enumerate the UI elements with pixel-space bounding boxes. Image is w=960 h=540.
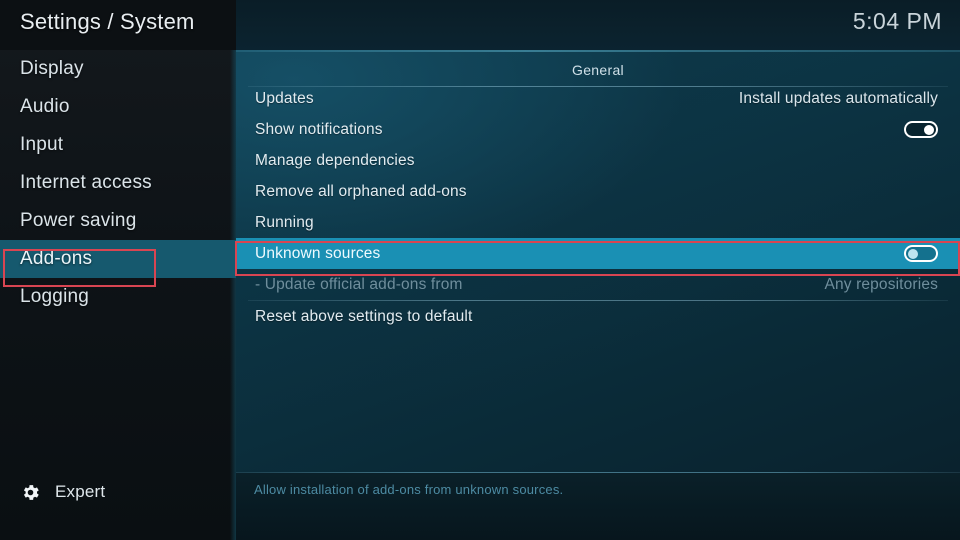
toggle-knob (924, 124, 934, 135)
clock: 5:04 PM (852, 8, 942, 34)
settings-category-list: Display Audio Input Internet access Power sa… (0, 50, 236, 470)
sidebar-item-label: Audio (20, 96, 70, 117)
sidebar-item-input[interactable]: Input (0, 126, 236, 164)
sidebar-item-power-saving[interactable]: Power saving (0, 202, 236, 240)
setting-label: Updates (255, 89, 314, 107)
sidebar-item-label: Power saving (20, 210, 137, 231)
toggle-knob (908, 248, 918, 259)
setting-label: Remove all orphaned add-ons (255, 182, 467, 200)
setting-label: Show notifications (255, 120, 383, 138)
page-title: Settings / System (20, 9, 195, 34)
toggle-switch-show-notifications[interactable] (904, 121, 938, 138)
sidebar-item-label: Input (20, 134, 64, 155)
setting-value: Any repositories (824, 275, 938, 293)
setting-row-show-notifications[interactable]: Show notifications (236, 114, 960, 145)
sidebar-item-label: Display (20, 58, 84, 79)
setting-row-unknown-sources[interactable]: Unknown sources (236, 238, 960, 269)
header-right-background (236, 0, 960, 50)
setting-label: Reset above settings to default (255, 307, 473, 325)
help-text: Allow installation of add-ons from unkno… (254, 482, 564, 497)
settings-level-button[interactable]: Expert (0, 470, 236, 514)
sidebar-item-display[interactable]: Display (0, 50, 236, 88)
setting-row-running[interactable]: Running (236, 207, 960, 238)
setting-value: Install updates automatically (738, 89, 938, 107)
setting-row-updates[interactable]: Updates Install updates automatically (236, 83, 960, 114)
gear-icon (20, 482, 41, 503)
sidebar-item-add-ons[interactable]: Add-ons (0, 240, 236, 278)
sidebar-item-internet-access[interactable]: Internet access (0, 164, 236, 202)
toggle-switch-unknown-sources[interactable] (904, 245, 938, 262)
settings-row-list: Updates Install updates automatically Show… (236, 83, 960, 332)
setting-row-remove-all-orphaned-add-ons[interactable]: Remove all orphaned add-ons (236, 176, 960, 207)
panel-top-edge (236, 50, 960, 52)
sidebar-item-audio[interactable]: Audio (0, 88, 236, 126)
help-divider (236, 472, 960, 473)
setting-label: Unknown sources (255, 244, 381, 262)
setting-label: Manage dependencies (255, 151, 415, 169)
setting-row-manage-dependencies[interactable]: Manage dependencies (236, 145, 960, 176)
setting-row-reset-above-settings-to-default[interactable]: Reset above settings to default (236, 301, 960, 332)
sidebar-item-label: Logging (20, 286, 90, 307)
sidebar-item-label: Internet access (20, 172, 152, 193)
settings-level-label: Expert (55, 482, 106, 501)
sidebar-item-logging[interactable]: Logging (0, 278, 236, 316)
sidebar-item-label: Add-ons (20, 248, 93, 269)
kodi-settings-screen: General Updates Install updates automatic… (0, 0, 960, 540)
settings-group-title: General (572, 62, 624, 78)
settings-panel: General Updates Install updates automatic… (236, 50, 960, 540)
setting-row-update-official-add-ons-from: - Update official add-ons from Any reposi… (236, 269, 960, 300)
setting-label: Running (255, 213, 314, 231)
setting-label: - Update official add-ons from (255, 275, 463, 293)
header-bar: Settings / System 5:04 PM (0, 0, 960, 50)
